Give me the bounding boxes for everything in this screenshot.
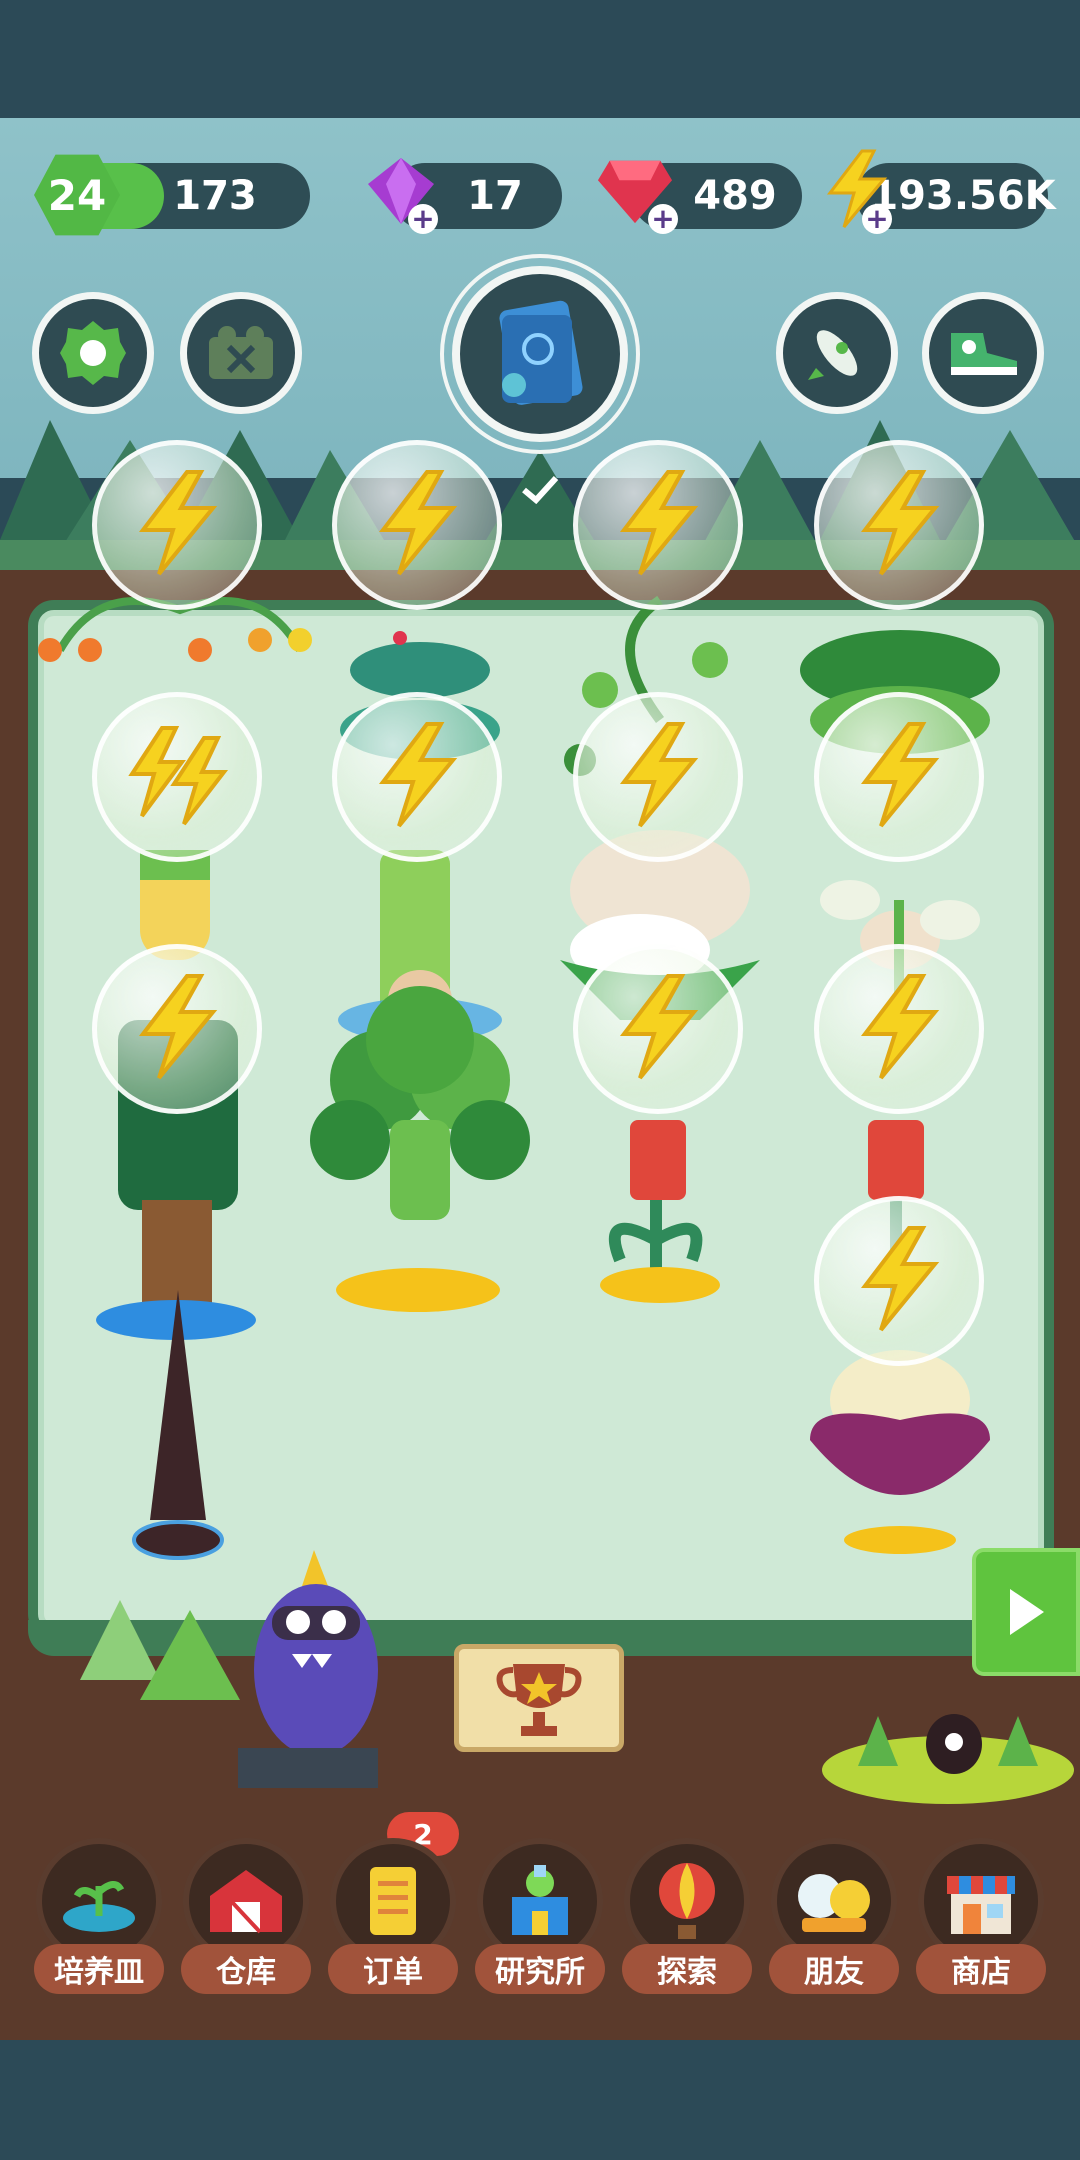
energy-plus-icon[interactable]: + <box>862 204 892 234</box>
lightning-icon <box>122 720 232 834</box>
lightning-icon <box>129 972 225 1086</box>
nav-label-institute: 研究所 <box>475 1944 605 1994</box>
sneaker-icon <box>951 333 1017 375</box>
lightning-icon <box>851 972 947 1086</box>
energy-bubble[interactable] <box>814 692 984 862</box>
trophy-button[interactable] <box>454 1644 624 1752</box>
play-icon <box>1010 1589 1044 1635</box>
nav-label-shop: 商店 <box>916 1944 1046 1994</box>
bottom-band <box>0 2040 1080 2160</box>
checkmark-icon <box>522 475 559 504</box>
lightning-icon <box>369 720 465 834</box>
lightning-icon <box>851 468 947 582</box>
top-band <box>0 0 1080 118</box>
nav-label-orders: 订单 <box>328 1944 458 1994</box>
energy-bubble[interactable] <box>814 944 984 1114</box>
plant-book-button[interactable] <box>452 266 628 442</box>
lightning-icon <box>129 468 225 582</box>
energy-bubble[interactable] <box>814 440 984 610</box>
red-gem-plus-icon[interactable]: + <box>648 204 678 234</box>
lightning-icon <box>851 1224 947 1338</box>
nav-label-friends: 朋友 <box>769 1944 899 1994</box>
settings-button[interactable] <box>32 292 154 414</box>
purple-gem-count: 17 <box>467 173 523 219</box>
energy-bubble[interactable] <box>332 692 502 862</box>
lightning-icon <box>851 720 947 834</box>
broccoli-plant <box>310 986 530 1312</box>
energy-bubble[interactable] <box>573 692 743 862</box>
nav-item-petri-dish[interactable]: 培养皿 <box>34 1838 164 1998</box>
play-button[interactable] <box>972 1548 1080 1676</box>
purple-gem-plus-icon[interactable]: + <box>408 204 438 234</box>
turnip-plant <box>810 1350 990 1554</box>
nav-item-shop[interactable]: 商店 <box>916 1838 1046 1998</box>
lightning-icon <box>610 720 706 834</box>
energy-bubble[interactable] <box>92 440 262 610</box>
nav-item-warehouse[interactable]: 仓库 <box>181 1838 311 1998</box>
gear-icon <box>60 321 126 385</box>
energy-bubble[interactable] <box>573 944 743 1114</box>
energy-bubble[interactable] <box>92 692 262 862</box>
energy-bubble[interactable] <box>92 944 262 1114</box>
lightning-icon <box>610 468 706 582</box>
nav-item-institute[interactable]: 研究所 <box>475 1838 605 1998</box>
nav-label-explore: 探索 <box>622 1944 752 1994</box>
sneaker-button[interactable] <box>922 292 1044 414</box>
berry-bush-plant <box>38 597 312 662</box>
nav-item-orders[interactable]: 订单 <box>328 1838 458 1998</box>
lightning-icon <box>369 468 465 582</box>
nav-item-explore[interactable]: 探索 <box>622 1838 752 1998</box>
rocket-button[interactable] <box>776 292 898 414</box>
energy-bubble[interactable] <box>573 440 743 610</box>
energy-bubble[interactable] <box>332 440 502 610</box>
energy-bubble[interactable] <box>814 1196 984 1366</box>
nav-label-petri-dish: 培养皿 <box>34 1944 164 1994</box>
no-ads-button[interactable] <box>180 292 302 414</box>
nav-item-friends[interactable]: 朋友 <box>769 1838 899 1998</box>
trophy-icon <box>496 1664 582 1736</box>
mole-creature[interactable] <box>818 1686 1078 1806</box>
nav-label-warehouse: 仓库 <box>181 1944 311 1994</box>
purple-monster-mascot[interactable] <box>236 1550 406 1790</box>
book-icon <box>499 300 583 405</box>
red-flower-plant <box>600 1120 720 1303</box>
no-ads-icon <box>209 326 273 379</box>
rocket-icon <box>808 330 858 380</box>
lightning-icon <box>610 972 706 1086</box>
